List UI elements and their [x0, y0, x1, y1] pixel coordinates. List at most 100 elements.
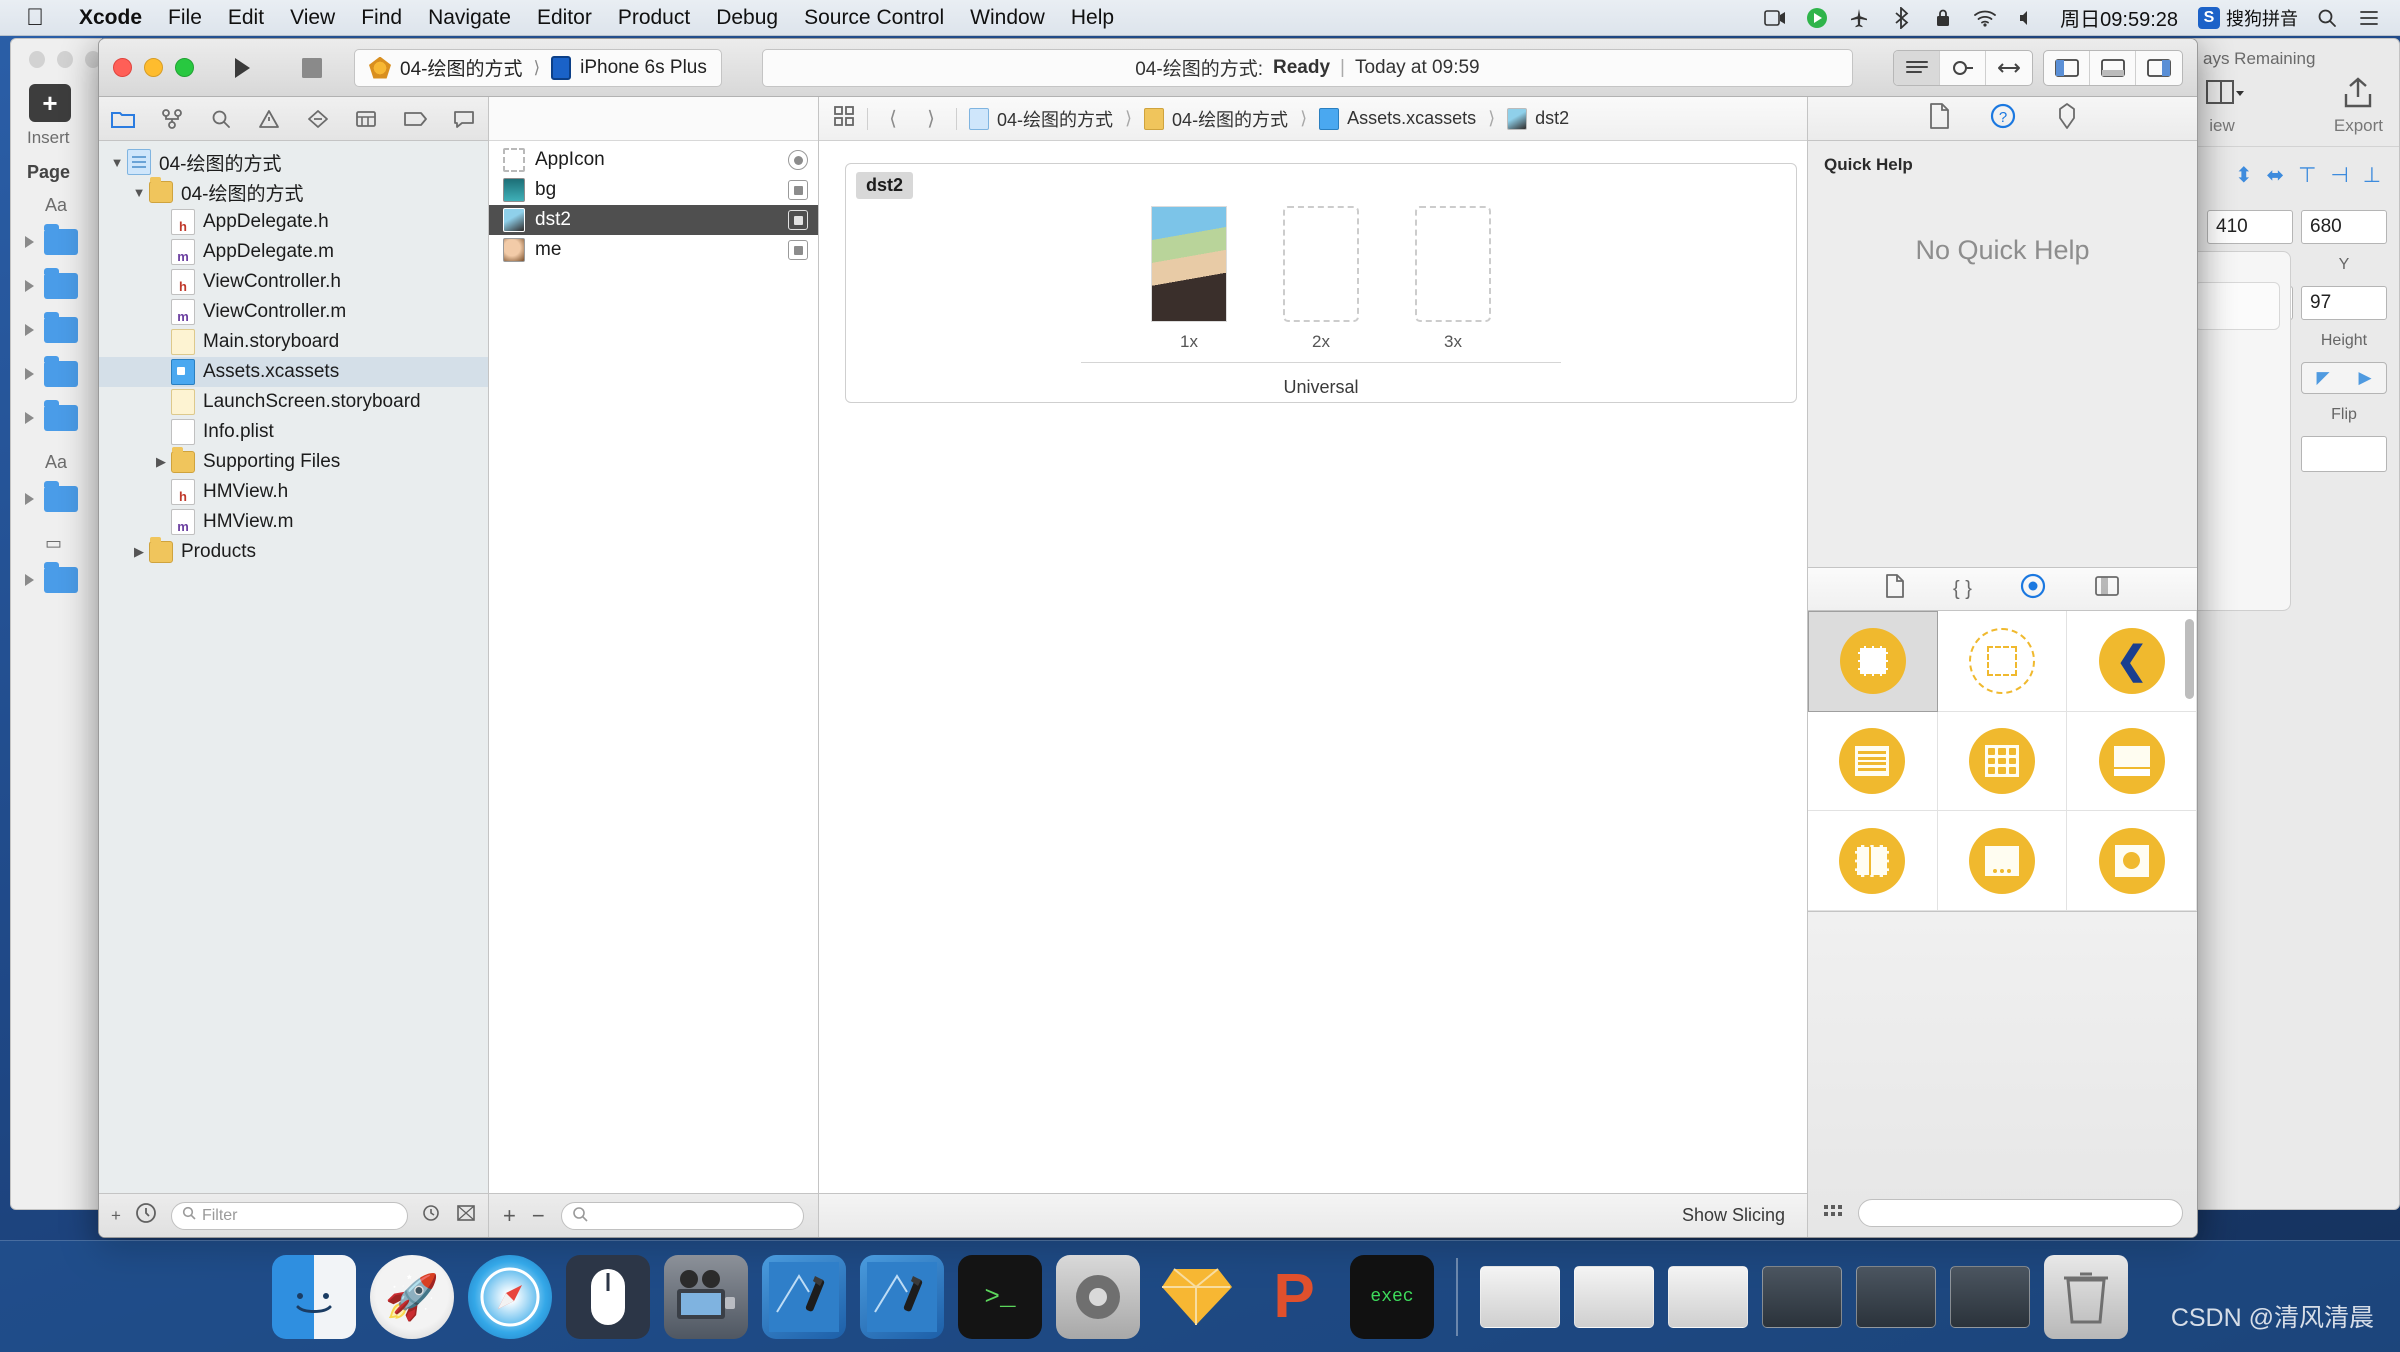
bg-right-align-tools[interactable]: ⬍ ⬌ ⊤ ⊣ ⊥	[2193, 146, 2399, 198]
disclosure-open-icon[interactable]	[129, 185, 149, 200]
filter-input[interactable]: Filter	[170, 1201, 408, 1230]
debug-navigator-tab[interactable]	[346, 104, 386, 134]
identity-inspector-tab[interactable]	[2056, 102, 2078, 135]
add-asset-button[interactable]: +	[503, 1203, 516, 1229]
menu-item-debug[interactable]: Debug	[703, 6, 791, 30]
dock-minimized-window[interactable]	[1668, 1265, 1748, 1328]
image-slot-empty[interactable]	[1283, 206, 1359, 322]
navigator-row-viewcontrollerh[interactable]: h ViewController.h	[99, 267, 488, 297]
bg-left-layer-row[interactable]	[11, 264, 101, 308]
project-navigator-tree[interactable]: 04-绘图的方式 04-绘图的方式 h AppDelegate.h m AppDelega…	[99, 141, 488, 1193]
dock-minimized-window[interactable]	[1950, 1265, 2030, 1328]
object-library-tab[interactable]	[2020, 573, 2046, 605]
chevron-left-icon[interactable]: ⟨	[880, 106, 906, 131]
breadcrumb[interactable]: 04-绘图的方式 ⟩ 04-绘图的方式 ⟩ Assets.xcassets ⟩ …	[969, 106, 1569, 132]
navigator-row-products[interactable]: Products	[99, 537, 488, 567]
dock-item-terminal[interactable]: >_	[958, 1254, 1042, 1339]
bg-left-text-tool-2[interactable]: Aa	[11, 440, 101, 477]
flip-vertical-icon[interactable]: ▶	[2358, 368, 2371, 388]
dock-item-xcode[interactable]	[762, 1254, 846, 1339]
dock-item-finder[interactable]	[272, 1254, 356, 1339]
dock-item-paw-app[interactable]: P	[1252, 1255, 1336, 1339]
library-item-view-controller-object[interactable]	[1937, 611, 2068, 712]
bg-right-view-icon[interactable]	[2199, 77, 2245, 116]
filter-source-control-icon[interactable]	[456, 1204, 476, 1227]
menu-item-window[interactable]: Window	[957, 6, 1058, 30]
navigator-row-hmviewm[interactable]: m HMView.m	[99, 507, 488, 537]
library-item-image-view-object[interactable]	[2067, 811, 2197, 911]
navigator-tab-bar[interactable]	[99, 97, 488, 141]
navigator-row-viewcontrollerm[interactable]: m ViewController.m	[99, 297, 488, 327]
menu-item-source-control[interactable]: Source Control	[791, 6, 957, 30]
breadcrumb-item-imageset[interactable]: dst2	[1535, 108, 1569, 129]
screen-record-icon[interactable]	[1762, 5, 1788, 31]
image-slot-1x[interactable]: 1x	[1149, 206, 1229, 352]
code-snippet-library-tab[interactable]: { }	[1953, 578, 1972, 601]
object-library-grid[interactable]: ❮	[1808, 611, 2197, 911]
version-editor-button[interactable]	[1986, 51, 2032, 85]
image-slots[interactable]: 1x 2x 3x	[846, 164, 1796, 352]
asset-list-items[interactable]: AppIcon bg dst2 me	[489, 141, 818, 1193]
library-item-view-object[interactable]	[1808, 611, 1938, 712]
dock-minimized-window[interactable]	[1856, 1265, 1936, 1328]
list-view-icon[interactable]	[1822, 1202, 1844, 1227]
bg-right-flip-buttons[interactable]: ◤ ▶	[2301, 362, 2387, 394]
input-method-indicator[interactable]: S 搜狗拼音	[2198, 5, 2298, 31]
breakpoint-navigator-tab[interactable]	[395, 104, 435, 134]
project-navigator-tab[interactable]	[103, 104, 143, 134]
library-item-table-view-object[interactable]	[1808, 711, 1938, 812]
align-bottom-icon[interactable]: ⊥	[2363, 163, 2381, 188]
navigator-row-launchscreenstoryboard[interactable]: LaunchScreen.storyboard	[99, 387, 488, 417]
navigator-row-supportingfiles[interactable]: Supporting Files	[99, 447, 488, 477]
notification-center-icon[interactable]	[2356, 5, 2382, 31]
bg-right-height-field[interactable]: 97	[2301, 286, 2387, 320]
dock-item-launchpad[interactable]: 🚀	[370, 1254, 454, 1339]
breadcrumb-item-group[interactable]: 04-绘图的方式	[1172, 106, 1288, 132]
navigator-row-appdelegateh[interactable]: h AppDelegate.h	[99, 207, 488, 237]
run-button[interactable]	[214, 50, 270, 86]
align-vertical-center-icon[interactable]: ⊣	[2330, 163, 2348, 188]
library-item-navigation-controller-object[interactable]: ❮	[2067, 611, 2197, 712]
window-controls[interactable]	[113, 58, 200, 77]
bg-left-layer-row[interactable]	[11, 558, 101, 602]
dock-item-exec-terminal[interactable]: exec	[1350, 1254, 1434, 1339]
image-slot-2x[interactable]: 2x	[1281, 206, 1361, 352]
bg-right-y-field[interactable]: 680	[2301, 210, 2387, 244]
bg-right-extra-field[interactable]	[2301, 436, 2387, 472]
flip-horizontal-icon[interactable]: ◤	[2316, 368, 2329, 388]
library-item-collection-view-object[interactable]	[1937, 711, 2068, 812]
dock-minimized-window[interactable]	[1574, 1265, 1654, 1328]
image-slot-3x[interactable]: 3x	[1413, 206, 1493, 352]
source-control-navigator-tab[interactable]	[152, 104, 192, 134]
wifi-icon[interactable]	[1972, 5, 1998, 31]
bg-left-text-tool[interactable]: Aa	[11, 183, 101, 220]
library-item-page-view-object[interactable]	[1937, 811, 2068, 911]
disclosure-open-icon[interactable]	[107, 155, 127, 170]
file-inspector-tab[interactable]	[1928, 102, 1950, 135]
volume-icon[interactable]	[2014, 5, 2040, 31]
toggle-debug-area-button[interactable]	[2090, 50, 2136, 85]
lock-icon[interactable]	[1930, 5, 1956, 31]
dock-item-xcode-beta[interactable]	[860, 1254, 944, 1339]
zoom-button[interactable]	[175, 58, 194, 77]
toggle-navigator-button[interactable]	[2044, 50, 2090, 85]
bg-left-layer-row[interactable]	[11, 352, 101, 396]
toggle-utilities-button[interactable]	[2136, 51, 2182, 85]
dock-item-trash[interactable]	[2044, 1254, 2128, 1339]
menu-clock[interactable]: 周日09:59:28	[2056, 3, 2182, 32]
airplane-icon[interactable]	[1846, 5, 1872, 31]
dock-item-system-preferences[interactable]	[1056, 1254, 1140, 1339]
search-icon[interactable]	[2314, 5, 2340, 31]
asset-row-bg[interactable]: bg	[489, 175, 818, 205]
standard-editor-button[interactable]	[1894, 50, 1940, 85]
file-template-library-tab[interactable]	[1885, 574, 1905, 604]
dock-item-quicktime-player[interactable]	[664, 1254, 748, 1339]
dock-minimized-window[interactable]	[1762, 1265, 1842, 1328]
menu-item-file[interactable]: File	[155, 6, 215, 30]
scheme-selector[interactable]: 04-绘图的方式 ⟩ iPhone 6s Plus	[354, 48, 722, 87]
image-slot-filled[interactable]	[1151, 206, 1227, 322]
bluetooth-icon[interactable]	[1888, 5, 1914, 31]
find-navigator-tab[interactable]	[201, 104, 241, 134]
apple-icon[interactable]: 	[0, 5, 66, 30]
dock-item-sketch[interactable]	[1154, 1255, 1238, 1339]
